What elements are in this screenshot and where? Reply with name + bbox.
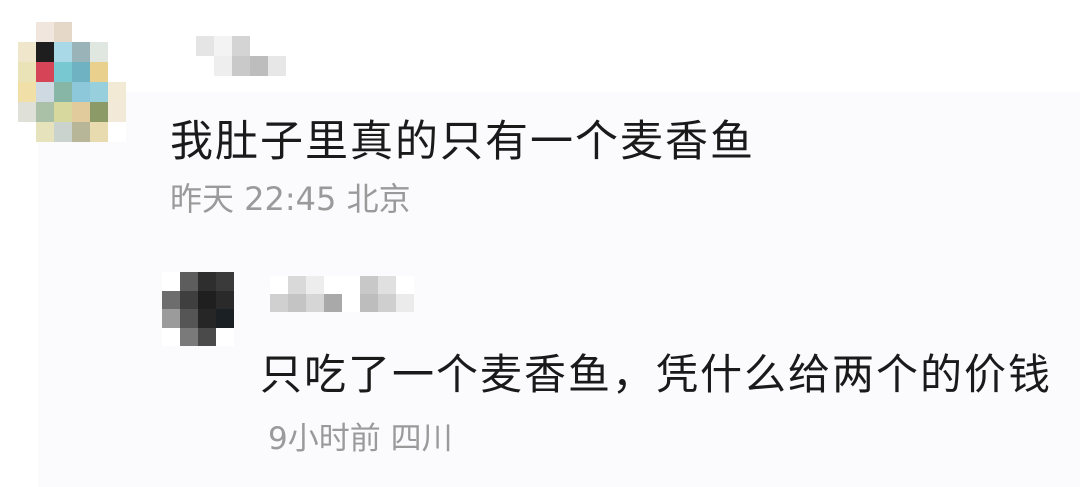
mosaic-pixel [18, 22, 36, 42]
mosaic-pixel [54, 22, 72, 42]
reply-meta: 9小时前 四川 [268, 421, 453, 457]
mosaic-pixel [54, 42, 72, 62]
mosaic-pixel [198, 272, 216, 291]
mosaic-pixel [198, 290, 216, 309]
mosaic-pixel [18, 62, 36, 82]
avatar[interactable] [18, 22, 126, 144]
mosaic-pixel [288, 294, 306, 312]
mosaic-pixel [72, 82, 90, 102]
mosaic-pixel [216, 309, 234, 328]
mosaic-pixel [72, 122, 90, 142]
comment-meta: 昨天 22:45 北京 [170, 179, 411, 219]
mosaic-pixel [180, 309, 198, 328]
mosaic-pixel [196, 56, 214, 76]
reply-text: 只吃了一个麦香鱼，凭什么给两个的价钱 [260, 350, 1053, 399]
mosaic-pixel [162, 327, 180, 346]
mosaic-pixel [108, 122, 126, 142]
comment-location: 北京 [346, 180, 411, 218]
mosaic-pixel [342, 276, 360, 294]
mosaic-pixel [72, 62, 90, 82]
mosaic-pixel [250, 56, 268, 76]
username-censored[interactable] [196, 36, 288, 76]
mosaic-pixel [18, 82, 36, 102]
mosaic-pixel [36, 42, 54, 62]
mosaic-pixel [180, 272, 198, 291]
mosaic-pixel [108, 22, 126, 42]
mosaic-pixel [54, 62, 72, 82]
mosaic-pixel [306, 276, 324, 294]
mosaic-pixel [396, 294, 414, 312]
reply-avatar[interactable] [162, 272, 234, 346]
mosaic-pixel [270, 276, 288, 294]
mosaic-pixel [108, 102, 126, 122]
mosaic-pixel [54, 122, 72, 142]
mosaic-pixel [196, 36, 214, 56]
mosaic-pixel [378, 276, 396, 294]
mosaic-pixel [18, 42, 36, 62]
mosaic-pixel [162, 272, 180, 291]
mosaic-pixel [214, 36, 232, 56]
mosaic-pixel [216, 290, 234, 309]
mosaic-pixel [216, 272, 234, 291]
mosaic-pixel [180, 290, 198, 309]
mosaic-pixel [360, 294, 378, 312]
mosaic-pixel [108, 82, 126, 102]
mosaic-pixel [90, 62, 108, 82]
mosaic-pixel [90, 42, 108, 62]
reply-body: 只吃了一个麦香鱼，凭什么给两个的价钱 9小时前 四川 [260, 345, 1070, 469]
mosaic-pixel [396, 276, 414, 294]
comment-thread: 我肚子里真的只有一个麦香鱼 昨天 22:45 北京 只吃了一个麦香鱼，凭什么给两… [0, 0, 1080, 487]
mosaic-pixel [232, 56, 250, 76]
mosaic-pixel [324, 276, 342, 294]
mosaic-pixel [162, 290, 180, 309]
mosaic-pixel [342, 294, 360, 312]
mosaic-pixel [108, 42, 126, 62]
mosaic-pixel [108, 62, 126, 82]
mosaic-pixel [36, 62, 54, 82]
mosaic-pixel [250, 36, 268, 56]
mosaic-pixel [36, 22, 54, 42]
mosaic-pixel [162, 309, 180, 328]
mosaic-pixel [54, 102, 72, 122]
mosaic-pixel [198, 327, 216, 346]
mosaic-pixel [360, 276, 378, 294]
mosaic-pixel [216, 327, 234, 346]
mosaic-pixel [36, 122, 54, 142]
mosaic-pixel [90, 102, 108, 122]
comment-time: 昨天 22:45 [170, 180, 337, 218]
mosaic-pixel [324, 294, 342, 312]
mosaic-pixel [232, 36, 250, 56]
mosaic-pixel [90, 82, 108, 102]
mosaic-pixel [270, 294, 288, 312]
mosaic-pixel [72, 102, 90, 122]
reply-username-censored[interactable] [270, 276, 414, 312]
reply-location: 四川 [390, 421, 453, 457]
mosaic-pixel [306, 294, 324, 312]
mosaic-pixel [90, 22, 108, 42]
mosaic-pixel [72, 22, 90, 42]
reply-time: 9小时前 [268, 421, 381, 457]
mosaic-pixel [18, 122, 36, 142]
mosaic-pixel [378, 294, 396, 312]
mosaic-pixel [198, 309, 216, 328]
mosaic-pixel [180, 327, 198, 346]
mosaic-pixel [36, 82, 54, 102]
comment-text: 我肚子里真的只有一个麦香鱼 [170, 117, 755, 167]
mosaic-pixel [268, 36, 286, 56]
mosaic-pixel [268, 56, 286, 76]
mosaic-pixel [36, 102, 54, 122]
mosaic-pixel [54, 82, 72, 102]
mosaic-pixel [288, 276, 306, 294]
mosaic-pixel [214, 56, 232, 76]
mosaic-pixel [72, 42, 90, 62]
mosaic-pixel [90, 122, 108, 142]
mosaic-pixel [18, 102, 36, 122]
